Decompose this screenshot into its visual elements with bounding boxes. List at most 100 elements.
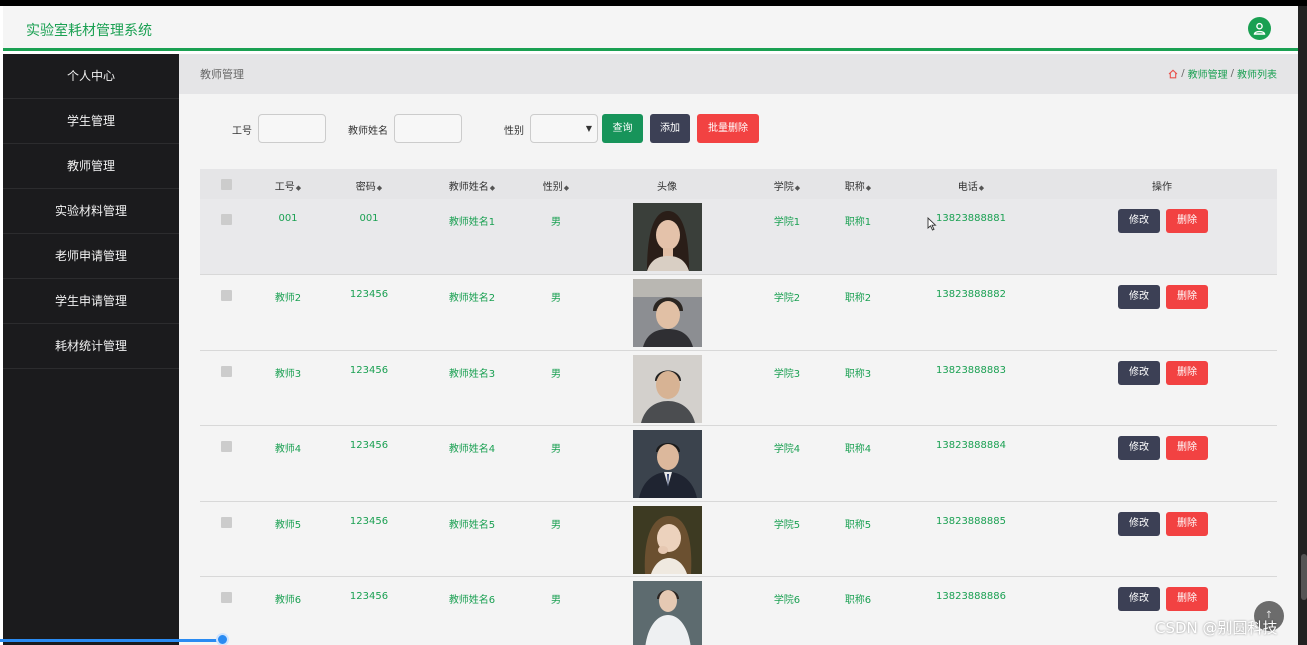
delete-button[interactable]: 删除 (1166, 511, 1208, 536)
cell-phone: 13823888885 (936, 515, 1006, 527)
column-header-name[interactable]: 教师姓名◆ (449, 178, 495, 193)
user-avatar-button[interactable] (1248, 17, 1271, 40)
cell-gender: 男 (551, 217, 561, 228)
delete-button[interactable]: 删除 (1166, 285, 1208, 309)
breadcrumb-separator: / (1230, 68, 1234, 79)
edit-button[interactable]: 修改 (1118, 360, 1160, 385)
cell-gender: 男 (551, 595, 561, 606)
table-header: 工号◆ 密码◆ 教师姓名◆ 性别◆ 头像 学院◆ 职称◆ 电话◆ 操作 (200, 169, 1277, 199)
cell-name: 教师姓名3 (448, 368, 496, 380)
row-checkbox[interactable] (221, 365, 232, 377)
sidebar-item-teachers[interactable]: 教师管理 (3, 144, 179, 189)
edit-button[interactable]: 修改 (1118, 209, 1160, 233)
label-gender: 性别 (504, 126, 524, 137)
sort-icon: ◆ (376, 184, 383, 192)
sidebar-item-profile[interactable]: 个人中心 (3, 54, 179, 99)
teacher-table: 工号◆ 密码◆ 教师姓名◆ 性别◆ 头像 学院◆ 职称◆ 电话◆ 操作 001 … (200, 169, 1277, 645)
column-header-avatar: 头像 (657, 182, 677, 193)
sidebar-item-student-applications[interactable]: 学生申请管理 (3, 279, 179, 324)
page-load-progress (0, 639, 222, 642)
cell-title: 职称1 (844, 217, 872, 228)
breadcrumb-item-teacher-list: 教师列表 (1237, 70, 1277, 81)
cell-password: 123456 (349, 515, 389, 527)
delete-button[interactable]: 删除 (1166, 587, 1208, 611)
main-content: 教师管理 / 教师管理 / 教师列表 工号 教师姓名 性别 ▼ 查询 添加 批量… (179, 54, 1298, 645)
cell-name: 教师姓名5 (448, 519, 496, 531)
cell-id: 教师4 (274, 444, 302, 455)
cell-phone: 13823888886 (936, 591, 1006, 602)
cell-title: 职称6 (844, 595, 872, 606)
column-header-gender[interactable]: 性别◆ (543, 178, 569, 193)
cell-phone: 13823888884 (936, 440, 1006, 451)
window-scrollbar[interactable] (1298, 6, 1307, 645)
cell-gender: 男 (551, 293, 561, 304)
sort-icon: ◆ (295, 184, 302, 192)
watermark: CSDN @别圆科技 (1155, 619, 1278, 637)
sort-icon: ◆ (978, 184, 985, 192)
column-header-college[interactable]: 学院◆ (774, 178, 800, 193)
select-all-checkbox[interactable] (221, 179, 232, 190)
column-header-phone[interactable]: 电话◆ (958, 178, 984, 193)
cell-college: 学院1 (773, 217, 801, 228)
delete-button[interactable]: 删除 (1166, 209, 1208, 233)
cell-name: 教师姓名2 (448, 293, 496, 304)
home-icon[interactable] (1168, 69, 1178, 79)
sidebar-item-students[interactable]: 学生管理 (3, 99, 179, 144)
cell-college: 学院2 (773, 293, 801, 304)
column-header-password[interactable]: 密码◆ (356, 178, 382, 193)
column-header-id[interactable]: 工号◆ (275, 178, 301, 193)
column-header-operations: 操作 (1152, 182, 1172, 193)
avatar (633, 505, 702, 574)
cell-password: 123456 (349, 591, 389, 602)
breadcrumb-separator: / (1181, 68, 1185, 79)
table-row: 教师4 123456 教师姓名4 男 学院4 职称4 13823888884 修… (200, 426, 1277, 502)
teacher-name-input[interactable] (394, 114, 462, 143)
page-title: 教师管理 (200, 68, 244, 81)
edit-button[interactable]: 修改 (1118, 285, 1160, 309)
row-checkbox[interactable] (221, 290, 232, 301)
sidebar-item-teacher-applications[interactable]: 老师申请管理 (3, 234, 179, 279)
app-header: 实验室耗材管理系统 (3, 6, 1298, 51)
row-checkbox[interactable] (221, 441, 232, 452)
edit-button[interactable]: 修改 (1118, 511, 1160, 536)
mouse-cursor-icon (927, 216, 937, 235)
scrollbar-thumb[interactable] (1301, 554, 1307, 600)
row-checkbox[interactable] (221, 516, 232, 528)
label-teacher-id: 工号 (232, 126, 252, 137)
cell-name: 教师姓名6 (448, 595, 496, 606)
cell-id: 教师2 (274, 293, 302, 304)
cell-title: 职称3 (844, 368, 872, 380)
label-teacher-name: 教师姓名 (348, 126, 388, 137)
delete-button[interactable]: 删除 (1166, 436, 1208, 460)
gender-select[interactable]: ▼ (530, 114, 598, 143)
row-checkbox[interactable] (221, 214, 232, 225)
cell-password: 001 (359, 213, 379, 224)
cell-phone: 13823888882 (936, 289, 1006, 300)
row-checkbox[interactable] (221, 592, 232, 603)
cell-gender: 男 (551, 368, 561, 380)
cell-college: 学院3 (773, 368, 801, 380)
cell-college: 学院5 (773, 519, 801, 531)
teacher-id-input[interactable] (258, 114, 326, 143)
cell-name: 教师姓名1 (448, 217, 496, 228)
delete-button[interactable]: 删除 (1166, 360, 1208, 385)
cell-password: 123456 (349, 364, 389, 376)
sidebar-item-consumable-stats[interactable]: 耗材统计管理 (3, 324, 179, 369)
add-button[interactable]: 添加 (650, 114, 690, 143)
cell-phone: 13823888881 (936, 213, 1006, 224)
breadcrumb-item-teacher-management[interactable]: 教师管理 (1188, 66, 1228, 81)
query-button[interactable]: 查询 (602, 114, 643, 143)
batch-delete-button[interactable]: 批量删除 (697, 114, 759, 143)
cell-password: 123456 (349, 289, 389, 300)
cell-college: 学院4 (773, 444, 801, 455)
progress-knob[interactable] (216, 633, 229, 645)
avatar (633, 430, 702, 498)
edit-button[interactable]: 修改 (1118, 587, 1160, 611)
avatar (633, 203, 702, 271)
column-header-title[interactable]: 职称◆ (845, 178, 871, 193)
edit-button[interactable]: 修改 (1118, 436, 1160, 460)
page-root: 实验室耗材管理系统 个人中心 学生管理 教师管理 实验材料管理 老师申请管理 学… (0, 0, 1307, 645)
table-row: 教师5 123456 教师姓名5 男 学院5 职称5 13823888885 修… (200, 501, 1277, 577)
sidebar-item-materials[interactable]: 实验材料管理 (3, 189, 179, 234)
table-row: 教师2 123456 教师姓名2 男 学院2 职称2 13823888882 修… (200, 275, 1277, 351)
